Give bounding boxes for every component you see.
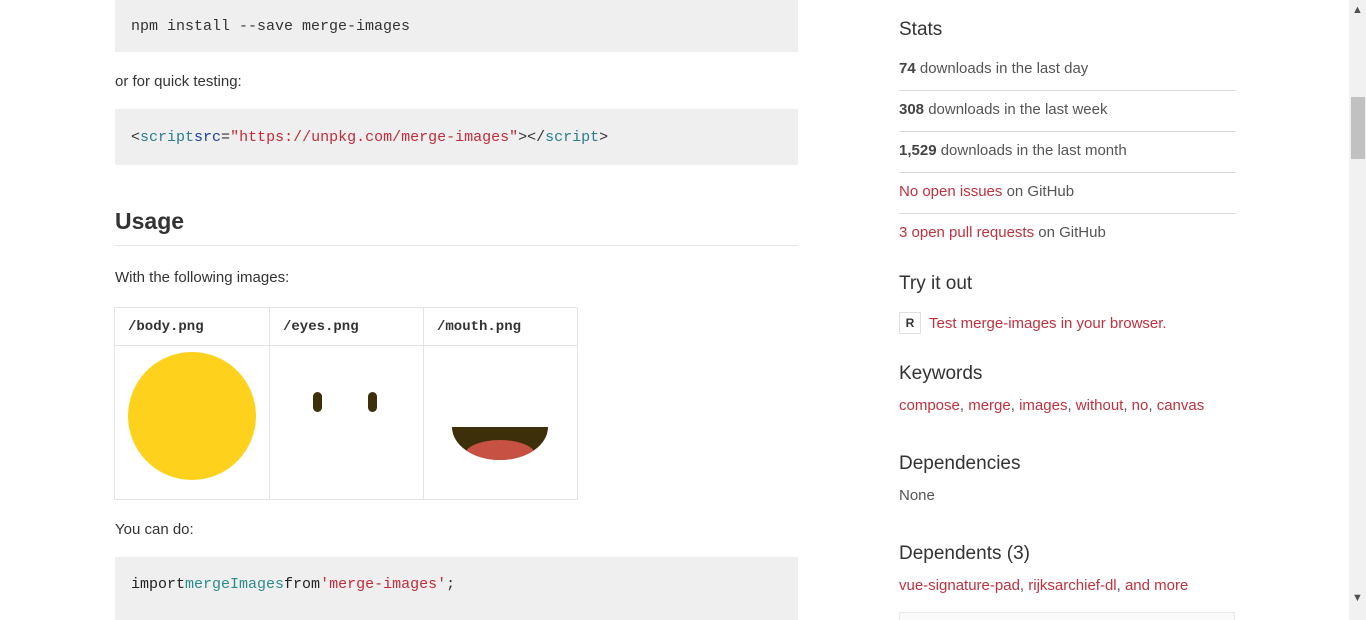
stat-label-week: downloads in the last week (924, 101, 1108, 118)
try-link[interactable]: Test merge-images in your browser. (929, 315, 1167, 332)
keyword-link[interactable]: without (1076, 397, 1124, 414)
stat-label-day: downloads in the last day (915, 60, 1089, 77)
code-semicolon: ; (446, 576, 456, 593)
script-eq: = (221, 128, 231, 146)
script-close: > (599, 128, 609, 146)
scroll-down-icon[interactable]: ▼ (1349, 590, 1366, 607)
scroll-thumb[interactable] (1351, 97, 1365, 159)
quick-testing-text: or for quick testing: (115, 73, 242, 90)
dependent-link[interactable]: vue-signature-pad (899, 577, 1020, 594)
keyword-link[interactable]: canvas (1157, 397, 1205, 414)
code-import-kw: import (131, 576, 186, 593)
keywords-list: compose, merge, images, without, no, can… (899, 397, 1204, 414)
keyword-sep: , (959, 397, 969, 414)
keyword-sep: , (1148, 397, 1157, 414)
script-tag-codeblock: < script src = "https://unpkg.com/merge-ima… (115, 109, 798, 165)
stat-row-day: 74 downloads in the last day (899, 50, 1235, 91)
dependencies-value: None (899, 487, 935, 504)
stat-count-day: 74 (899, 60, 916, 77)
stat-count-week: 308 (899, 101, 925, 118)
prs-link[interactable]: 3 open pull requests (899, 224, 1034, 241)
issues-suffix: on GitHub (1002, 183, 1075, 200)
usage-outro: You can do: (115, 521, 194, 538)
table-header-mouth: /mouth.png (423, 307, 578, 346)
dependents-more-link[interactable]: and more (1125, 577, 1188, 594)
stat-row-month: 1,529 downloads in the last month (899, 132, 1235, 173)
mouth-image (452, 427, 548, 460)
mouth-image-cell (423, 345, 578, 500)
stat-row-week: 308 downloads in the last week (899, 91, 1235, 132)
npm-install-command: npm install --save merge-images (131, 17, 411, 35)
table-header-eyes: /eyes.png (269, 307, 424, 346)
table-header-body: /body.png (114, 307, 270, 346)
page-scrollbar[interactable]: ▲ ▼ (1349, 0, 1366, 620)
usage-heading: Usage (115, 208, 798, 246)
prs-suffix: on GitHub (1034, 224, 1106, 241)
runkit-badge-icon: R (899, 312, 921, 334)
keyword-link[interactable]: no (1132, 397, 1149, 414)
dependents-heading[interactable]: Dependents (3) (899, 543, 1030, 565)
script-close-tag-name: script (545, 128, 600, 146)
dependent-link[interactable]: rijksarchief-dl (1028, 577, 1116, 594)
eyes-image-cell (269, 345, 424, 500)
stat-row-prs: 3 open pull requests on GitHub (899, 214, 1235, 255)
script-url: "https://unpkg.com/merge-images" (230, 128, 519, 146)
script-attr: src (194, 128, 222, 146)
script-tag-name: script (140, 128, 195, 146)
eyes-image (313, 392, 377, 412)
code-name: mergeImages (185, 576, 285, 593)
body-image (128, 352, 256, 480)
keyword-link[interactable]: compose (899, 397, 960, 414)
dependent-sep: , (1116, 577, 1125, 594)
scroll-up-icon[interactable]: ▲ (1349, 2, 1366, 19)
stat-label-month: downloads in the last month (936, 142, 1127, 159)
next-section-edge (899, 612, 1235, 620)
keyword-sep: , (1010, 397, 1020, 414)
body-image-cell (114, 345, 270, 500)
keyword-sep: , (1067, 397, 1076, 414)
npm-install-codeblock: npm install --save merge-images (115, 0, 798, 52)
try-heading: Try it out (899, 273, 973, 294)
code-from-kw: from (284, 576, 321, 593)
code-module: 'merge-images' (320, 576, 447, 593)
usage-codeblock: import mergeImages from 'merge-images'; (115, 557, 798, 620)
table-image-row (114, 345, 578, 500)
keyword-sep: , (1123, 397, 1132, 414)
script-open: < (131, 128, 141, 146)
keyword-link[interactable]: merge (968, 397, 1011, 414)
table-header-row: /body.png /eyes.png /mouth.png (114, 307, 578, 346)
dependents-list: vue-signature-pad, rijksarchief-dl, and … (899, 577, 1188, 594)
keywords-heading: Keywords (899, 363, 983, 384)
usage-intro: With the following images: (115, 269, 290, 286)
stat-row-issues: No open issues on GitHub (899, 173, 1235, 214)
script-mid: ></ (518, 128, 546, 146)
issues-link[interactable]: No open issues (899, 183, 1002, 200)
stats-heading: Stats (899, 19, 943, 40)
keyword-link[interactable]: images (1019, 397, 1067, 414)
dependencies-heading: Dependencies (899, 453, 1021, 474)
stat-count-month: 1,529 (899, 142, 937, 159)
images-table: /body.png /eyes.png /mouth.png (114, 307, 578, 500)
dependent-sep: , (1019, 577, 1029, 594)
